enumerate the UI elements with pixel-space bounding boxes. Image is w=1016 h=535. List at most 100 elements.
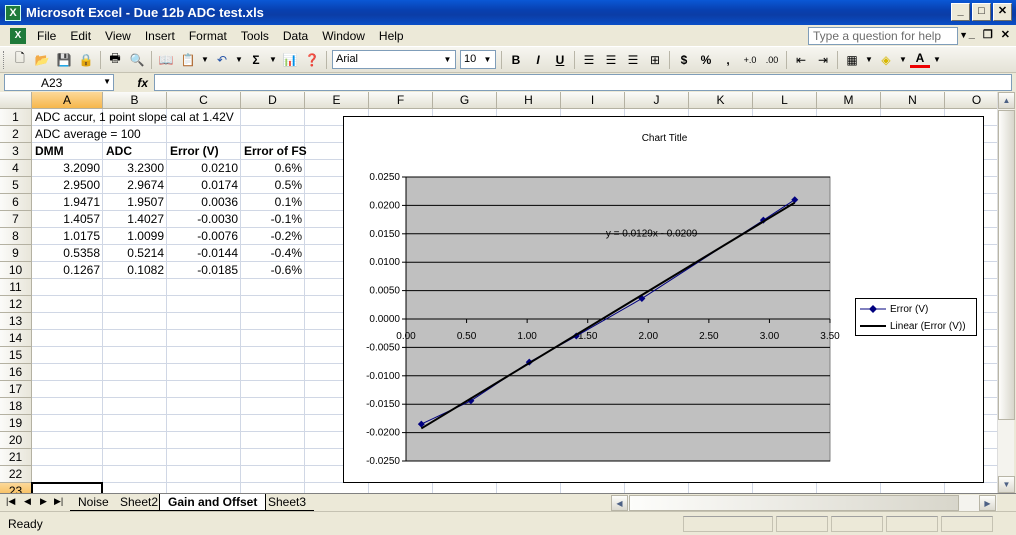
select-all-corner[interactable] xyxy=(0,92,32,109)
cell[interactable]: DMM xyxy=(32,143,103,160)
increase-indent-icon[interactable]: ⇥ xyxy=(813,50,833,70)
row-header-11[interactable]: 11 xyxy=(0,279,32,296)
cell[interactable]: -0.1% xyxy=(241,211,305,228)
chevron-down-icon[interactable]: ▼ xyxy=(103,77,111,86)
help-search-input[interactable]: Type a question for help xyxy=(808,27,958,45)
row-header-23[interactable]: 23 xyxy=(0,483,32,493)
cell[interactable]: 0.5358 xyxy=(32,245,103,262)
cell[interactable]: 0.1% xyxy=(241,194,305,211)
cell[interactable]: 0.5214 xyxy=(103,245,167,262)
cell[interactable]: 1.9507 xyxy=(103,194,167,211)
name-box[interactable]: A23 ▼ xyxy=(4,74,114,91)
row-header-13[interactable]: 13 xyxy=(0,313,32,330)
row-header-7[interactable]: 7 xyxy=(0,211,32,228)
cell[interactable]: 0.1082 xyxy=(103,262,167,279)
row-header-14[interactable]: 14 xyxy=(0,330,32,347)
cell[interactable]: 0.0210 xyxy=(167,160,241,177)
decrease-decimal-icon[interactable]: .00 xyxy=(762,50,782,70)
column-header-e[interactable]: E xyxy=(305,92,369,109)
menu-data[interactable]: Data xyxy=(276,29,315,43)
column-header-a[interactable]: A xyxy=(32,92,103,109)
font-size-combo[interactable]: 10 ▼ xyxy=(460,50,496,69)
vertical-scroll-thumb[interactable] xyxy=(998,110,1015,420)
workbook-close-button[interactable]: ✕ xyxy=(1001,28,1010,41)
toolbar-grip[interactable] xyxy=(3,50,6,69)
last-sheet-icon[interactable]: ▶| xyxy=(54,496,63,507)
horizontal-scrollbar[interactable]: ◀ ▶ xyxy=(611,495,997,511)
chevron-down-icon[interactable]: ▼ xyxy=(898,50,908,70)
column-header-j[interactable]: J xyxy=(625,92,689,109)
cell[interactable]: Error (V) xyxy=(167,143,241,160)
cell[interactable]: -0.6% xyxy=(241,262,305,279)
row-header-9[interactable]: 9 xyxy=(0,245,32,262)
column-header-m[interactable]: M xyxy=(817,92,881,109)
borders-icon[interactable]: ▦ xyxy=(842,50,862,70)
column-header-h[interactable]: H xyxy=(497,92,561,109)
cell[interactable]: 1.0099 xyxy=(103,228,167,245)
column-header-d[interactable]: D xyxy=(241,92,305,109)
cell[interactable]: 3.2090 xyxy=(32,160,103,177)
cell[interactable]: 3.2300 xyxy=(103,160,167,177)
tab-gain-and-offset[interactable]: Gain and Offset xyxy=(159,494,267,511)
chevron-down-icon[interactable]: ▼ xyxy=(959,30,968,40)
cell[interactable]: 2.9500 xyxy=(32,177,103,194)
menu-file[interactable]: File xyxy=(30,29,63,43)
next-sheet-icon[interactable]: ▶ xyxy=(40,496,47,507)
scroll-right-button[interactable]: ▶ xyxy=(979,495,996,511)
row-header-12[interactable]: 12 xyxy=(0,296,32,313)
horizontal-scroll-thumb[interactable] xyxy=(629,495,959,511)
cell[interactable]: 0.6% xyxy=(241,160,305,177)
permission-icon[interactable]: 🔒 xyxy=(76,50,96,70)
scroll-up-button[interactable]: ▲ xyxy=(998,92,1015,109)
cell[interactable]: ADC average = 100 xyxy=(32,126,232,143)
cell[interactable]: -0.0030 xyxy=(167,211,241,228)
chevron-down-icon[interactable]: ▼ xyxy=(864,50,874,70)
save-icon[interactable]: 💾 xyxy=(54,50,74,70)
workbook-restore-button[interactable]: ❐ xyxy=(983,28,993,41)
row-header-2[interactable]: 2 xyxy=(0,126,32,143)
row-header-10[interactable]: 10 xyxy=(0,262,32,279)
tab-sheet2[interactable]: Sheet2 xyxy=(112,494,167,511)
currency-button[interactable]: $ xyxy=(674,50,694,70)
chart-legend[interactable]: Error (V) Linear (Error (V)) xyxy=(855,298,977,336)
cell[interactable]: 2.9674 xyxy=(103,177,167,194)
minimize-button[interactable]: _ xyxy=(951,3,970,21)
cell[interactable]: -0.2% xyxy=(241,228,305,245)
menu-help[interactable]: Help xyxy=(372,29,411,43)
close-button[interactable]: ✕ xyxy=(993,3,1012,21)
cell[interactable]: 0.0036 xyxy=(167,194,241,211)
workbook-icon[interactable]: X xyxy=(10,27,26,44)
row-header-20[interactable]: 20 xyxy=(0,432,32,449)
paste-icon[interactable]: 📋 xyxy=(178,50,198,70)
column-header-n[interactable]: N xyxy=(881,92,945,109)
cell[interactable]: ADC xyxy=(103,143,167,160)
column-header-g[interactable]: G xyxy=(433,92,497,109)
align-center-icon[interactable]: ☰ xyxy=(601,50,621,70)
font-combo[interactable]: Arial ▼ xyxy=(332,50,456,69)
cell[interactable]: 1.4027 xyxy=(103,211,167,228)
row-header-16[interactable]: 16 xyxy=(0,364,32,381)
row-header-3[interactable]: 3 xyxy=(0,143,32,160)
autosum-icon[interactable]: Σ xyxy=(246,50,266,70)
cell[interactable]: -0.0185 xyxy=(167,262,241,279)
percent-button[interactable]: % xyxy=(696,50,716,70)
first-sheet-icon[interactable]: |◀ xyxy=(6,496,15,507)
maximize-button[interactable]: □ xyxy=(972,3,991,21)
chevron-down-icon[interactable]: ▼ xyxy=(268,50,278,70)
chevron-down-icon[interactable]: ▼ xyxy=(234,50,244,70)
formula-input[interactable] xyxy=(154,74,1012,91)
row-header-4[interactable]: 4 xyxy=(0,160,32,177)
bold-button[interactable]: B xyxy=(506,50,526,70)
cell[interactable]: 1.9471 xyxy=(32,194,103,211)
menu-edit[interactable]: Edit xyxy=(63,29,98,43)
cell[interactable]: 0.0174 xyxy=(167,177,241,194)
align-right-icon[interactable]: ☰ xyxy=(623,50,643,70)
menu-insert[interactable]: Insert xyxy=(138,29,182,43)
row-header-8[interactable]: 8 xyxy=(0,228,32,245)
menu-view[interactable]: View xyxy=(98,29,138,43)
comma-style-icon[interactable]: , xyxy=(718,50,738,70)
chevron-down-icon[interactable]: ▼ xyxy=(481,52,494,67)
column-header-i[interactable]: I xyxy=(561,92,625,109)
column-header-o[interactable]: O xyxy=(945,92,997,109)
undo-icon[interactable]: ↶ xyxy=(212,50,232,70)
